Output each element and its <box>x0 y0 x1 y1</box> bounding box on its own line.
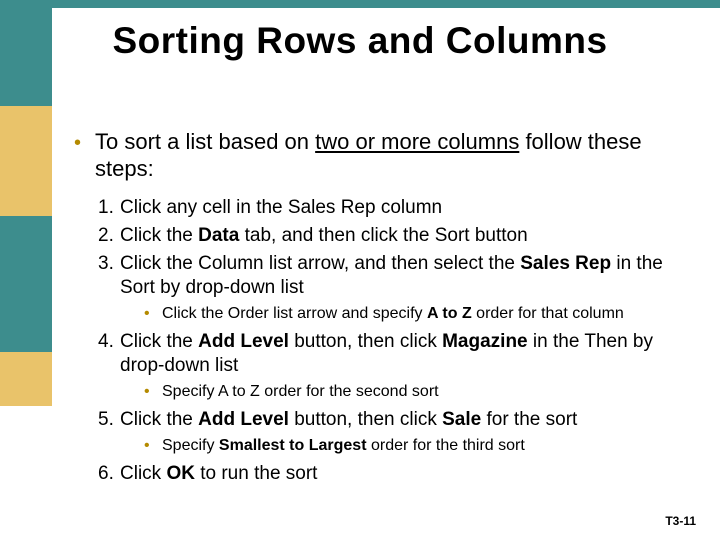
text-fragment: Click the <box>120 409 198 430</box>
sub-item: Specify Smallest to Largest order for th… <box>144 436 688 456</box>
sub-list: Click the Order list arrow and specify A… <box>144 304 688 324</box>
sub-list: Specify Smallest to Largest order for th… <box>144 436 688 456</box>
bullet-icon: • <box>74 130 81 156</box>
bold-text: Add Level <box>198 331 289 352</box>
text-fragment: for the sort <box>481 409 577 430</box>
steps-list: 1. Click any cell in the Sales Rep colum… <box>98 196 688 486</box>
step-item: 6. Click OK to run the sort <box>98 462 688 486</box>
underlined-text: two or more columns <box>315 129 519 154</box>
bold-text: Sales Rep <box>520 253 611 274</box>
step-text: Click the Data tab, and then click the S… <box>120 225 528 246</box>
sub-item: Click the Order list arrow and specify A… <box>144 304 688 324</box>
text-fragment: Click the <box>120 225 198 246</box>
bold-text: Sale <box>442 409 481 430</box>
step-item: 4. Click the Add Level button, then clic… <box>98 330 688 402</box>
sub-list: Specify A to Z order for the second sort <box>144 382 688 402</box>
slide-number: T3-11 <box>665 514 696 528</box>
step-text: Click OK to run the sort <box>120 463 317 484</box>
bold-text: Data <box>198 225 239 246</box>
page-title: Sorting Rows and Columns <box>0 20 720 62</box>
text-fragment: Specify <box>162 437 219 454</box>
bold-text: Magazine <box>442 331 528 352</box>
bold-text: OK <box>166 463 195 484</box>
bold-text: Add Level <box>198 409 289 430</box>
step-number: 6. <box>98 462 114 486</box>
sub-item: Specify A to Z order for the second sort <box>144 382 688 402</box>
strip-segment <box>0 216 52 352</box>
text-fragment: order for the third sort <box>367 437 525 454</box>
text-fragment: button, then click <box>289 331 442 352</box>
step-text: Click the Add Level button, then click S… <box>120 409 577 430</box>
text-fragment: Click <box>120 463 166 484</box>
text-fragment: order for that column <box>472 305 624 322</box>
step-number: 2. <box>98 224 114 248</box>
content-area: • To sort a list based on two or more co… <box>74 128 688 490</box>
step-text: Click the Column list arrow, and then se… <box>120 253 663 298</box>
step-item: 1. Click any cell in the Sales Rep colum… <box>98 196 688 220</box>
lead-bullet: • To sort a list based on two or more co… <box>74 128 688 182</box>
slide: Sorting Rows and Columns • To sort a lis… <box>0 0 720 540</box>
bold-text: Smallest to Largest <box>219 437 367 454</box>
step-text: Click any cell in the Sales Rep column <box>120 197 442 218</box>
text-fragment: To sort a list based on <box>95 129 315 154</box>
step-item: 5. Click the Add Level button, then clic… <box>98 408 688 456</box>
step-number: 4. <box>98 330 114 354</box>
lead-text: To sort a list based on two or more colu… <box>95 128 688 182</box>
text-fragment: button, then click <box>289 409 442 430</box>
step-number: 5. <box>98 408 114 432</box>
text-fragment: Click the Column list arrow, and then se… <box>120 253 520 274</box>
step-number: 3. <box>98 252 114 276</box>
text-fragment: Click the <box>120 331 198 352</box>
strip-segment <box>0 106 52 216</box>
step-item: 3. Click the Column list arrow, and then… <box>98 252 688 324</box>
strip-segment <box>0 352 52 406</box>
strip-segment <box>0 406 52 540</box>
step-number: 1. <box>98 196 114 220</box>
text-fragment: Click the Order list arrow and specify <box>162 305 427 322</box>
text-fragment: to run the sort <box>195 463 318 484</box>
step-text: Click the Add Level button, then click M… <box>120 331 653 376</box>
left-color-strip <box>0 106 52 540</box>
text-fragment: tab, and then click the Sort button <box>239 225 527 246</box>
step-item: 2. Click the Data tab, and then click th… <box>98 224 688 248</box>
bold-text: A to Z <box>427 305 472 322</box>
